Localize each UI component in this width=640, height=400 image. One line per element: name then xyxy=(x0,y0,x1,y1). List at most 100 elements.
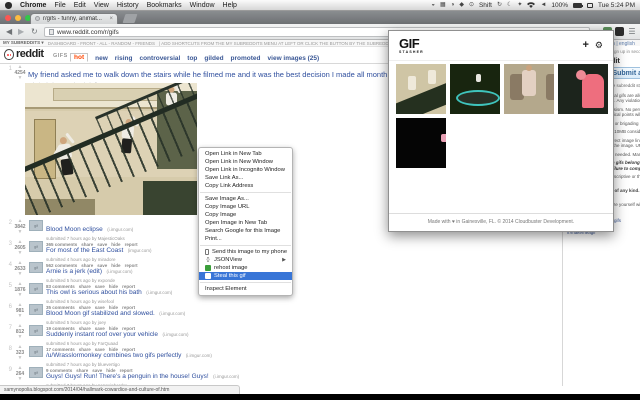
post-domain[interactable]: (i.imgur.com) xyxy=(213,374,239,379)
menu-item-send-to-phone[interactable]: Send this image to my phone xyxy=(199,248,292,256)
post-thumbnail[interactable]: gif xyxy=(29,346,43,357)
menu-item-steal-this-gif[interactable]: Steal this gif xyxy=(199,272,292,280)
battery-icon[interactable] xyxy=(573,2,584,8)
reload-button[interactable]: ↻ xyxy=(31,27,38,37)
minimize-window-button[interactable] xyxy=(15,15,21,21)
tab-gilded[interactable]: gilded xyxy=(204,55,223,62)
menu-history[interactable]: History xyxy=(117,2,139,9)
menu-item-inspect-element[interactable]: Inspect Element xyxy=(199,285,292,293)
post-thumbnail[interactable]: gif xyxy=(29,241,43,252)
menu-view[interactable]: View xyxy=(94,2,109,9)
spaces-icon[interactable] xyxy=(587,2,594,8)
menu-item-rehost-image[interactable]: rehost image xyxy=(199,264,292,272)
expanded-gif-image[interactable] xyxy=(25,83,197,215)
downvote-arrow[interactable]: ▼ xyxy=(18,293,23,298)
menu-item-open-link-new-tab[interactable]: Open Link in New Tab xyxy=(199,150,292,158)
top-bar-links[interactable]: DASHBOARD - FRONT - ALL - RANDOM - FRIEN… xyxy=(48,41,155,46)
subreddit-name[interactable]: GIFS xyxy=(53,53,68,59)
moon-icon[interactable]: ☾ xyxy=(507,2,512,8)
menu-bookmarks[interactable]: Bookmarks xyxy=(147,2,182,9)
add-gif-button[interactable]: + xyxy=(582,40,588,51)
post-domain[interactable]: (i.imgur.com) xyxy=(159,311,185,316)
post-title-link[interactable]: /u/Wrasslormonkey combines two gifs perf… xyxy=(46,352,181,359)
menu-help[interactable]: Help xyxy=(223,2,237,9)
menu-item-copy-image[interactable]: Copy Image xyxy=(199,211,292,219)
downvote-arrow[interactable]: ▼ xyxy=(18,377,23,382)
post-title-link[interactable]: Suddenly instant roof over your vehicle xyxy=(46,331,158,338)
menu-clock[interactable]: Tue 5:24 PM xyxy=(598,2,635,9)
menu-item-jsonview[interactable]: {} JSONView ▶ xyxy=(199,256,292,264)
menu-edit[interactable]: Edit xyxy=(74,2,86,9)
sync-icon[interactable]: ↻ xyxy=(497,2,502,8)
menu-app-name[interactable]: Chrome xyxy=(20,2,46,9)
post-domain[interactable]: (i.imgur.com) xyxy=(162,332,188,337)
display-icon[interactable]: ◒ xyxy=(431,2,435,8)
reddit-alien-logo-icon[interactable] xyxy=(4,49,14,60)
menu-file[interactable]: File xyxy=(54,2,65,9)
downvote-arrow[interactable]: ▼ xyxy=(18,230,23,235)
post-thumbnail[interactable]: gif xyxy=(29,325,43,336)
post-title-link[interactable]: Blood Moon gif stabilized and slowed. xyxy=(46,310,155,317)
post-thumbnail[interactable]: gif xyxy=(29,220,43,231)
menu-item-open-image-new-tab[interactable]: Open Image in New Tab xyxy=(199,219,292,227)
post-title-link[interactable]: Blood Moon eclipse xyxy=(46,226,103,233)
menu-item-copy-link-address[interactable]: Copy Link Address xyxy=(199,182,292,190)
tab-new[interactable]: new xyxy=(95,55,108,62)
gif-thumbnail-stairs[interactable] xyxy=(396,64,446,114)
menu-item-save-link-as[interactable]: Save Link As... xyxy=(199,174,292,182)
menu-item-open-link-incognito[interactable]: Open Link in Incognito Window xyxy=(199,166,292,174)
shift-menu-item[interactable]: Shift xyxy=(479,2,492,9)
tab-top[interactable]: top xyxy=(187,55,197,62)
post-title-link[interactable]: Guys! Guys! Run! There's a penguin in th… xyxy=(46,373,209,380)
new-tab-button[interactable] xyxy=(122,14,138,23)
post-domain[interactable]: (i.imgur.com) xyxy=(146,290,172,295)
browser-tab[interactable]: r/gifs - funny, animat... × xyxy=(30,12,118,24)
post-domain[interactable]: (i.imgur.com) xyxy=(107,227,133,232)
post-thumbnail[interactable]: gif xyxy=(29,283,43,294)
downvote-arrow[interactable]: ▼ xyxy=(18,76,23,81)
post-thumbnail[interactable]: gif xyxy=(29,367,43,378)
chrome-menu-icon[interactable]: ☰ xyxy=(627,27,637,36)
post-title-link[interactable]: For most of the East Coast xyxy=(46,247,123,254)
post-title-link[interactable]: This owl is serious about his bath xyxy=(46,289,142,296)
downvote-arrow[interactable]: ▼ xyxy=(18,356,23,361)
gif-thumbnail-pink-hoodie[interactable] xyxy=(558,64,608,114)
post-title-link[interactable]: My friend asked me to walk down the stai… xyxy=(28,70,389,79)
volume-icon[interactable]: ◄ xyxy=(540,2,546,8)
downvote-arrow[interactable]: ▼ xyxy=(18,251,23,256)
tab-rising[interactable]: rising xyxy=(115,55,133,62)
gif-stasher-extension-icon[interactable] xyxy=(615,27,624,36)
downvote-arrow[interactable]: ▼ xyxy=(18,314,23,319)
reddit-wordmark[interactable]: reddit xyxy=(16,48,44,60)
post-title-link[interactable]: Arnie is a jerk (edit) xyxy=(46,268,102,275)
tab-promoted[interactable]: promoted xyxy=(231,55,261,62)
menu-item-search-google-image[interactable]: Search Google for this Image xyxy=(199,227,292,235)
flux-icon[interactable]: ◑ xyxy=(451,2,455,8)
tab-close-icon[interactable]: × xyxy=(109,16,113,22)
dropbox-icon[interactable]: ◆ xyxy=(459,2,464,8)
keyboard-icon[interactable]: ▦ xyxy=(440,2,446,8)
settings-gear-icon[interactable]: ⚙ xyxy=(595,40,603,51)
gif-thumbnail-black[interactable] xyxy=(396,118,446,168)
post-thumbnail[interactable]: gif xyxy=(29,304,43,315)
my-subreddits-dropdown[interactable]: MY SUBREDDITS ▾ xyxy=(3,40,44,46)
menu-item-copy-image-url[interactable]: Copy Image URL xyxy=(199,203,292,211)
downvote-arrow[interactable]: ▼ xyxy=(18,335,23,340)
menu-item-open-link-new-window[interactable]: Open Link in New Window xyxy=(199,158,292,166)
tab-controversial[interactable]: controversial xyxy=(139,55,180,62)
post-domain[interactable]: (i.imgur.com) xyxy=(106,269,132,274)
gif-thumbnail-jacket[interactable] xyxy=(504,64,554,114)
tab-view-images[interactable]: view images (25) xyxy=(268,55,320,62)
apple-icon[interactable] xyxy=(5,1,12,9)
post-domain[interactable]: (i.imgur.com) xyxy=(186,353,212,358)
forward-button[interactable]: ▶ xyxy=(18,27,24,37)
menu-item-save-image-as[interactable]: Save Image As... xyxy=(199,195,292,203)
menu-window[interactable]: Window xyxy=(190,2,215,9)
wifi-icon[interactable] xyxy=(527,2,536,8)
gif-thumbnail-trampoline[interactable] xyxy=(450,64,500,114)
post-domain[interactable]: (imgur.com) xyxy=(128,248,152,253)
post-thumbnail[interactable]: gif xyxy=(29,262,43,273)
lock-icon[interactable]: ⊙ xyxy=(469,2,474,8)
back-button[interactable]: ◀ xyxy=(6,27,12,37)
close-window-button[interactable] xyxy=(5,15,11,21)
